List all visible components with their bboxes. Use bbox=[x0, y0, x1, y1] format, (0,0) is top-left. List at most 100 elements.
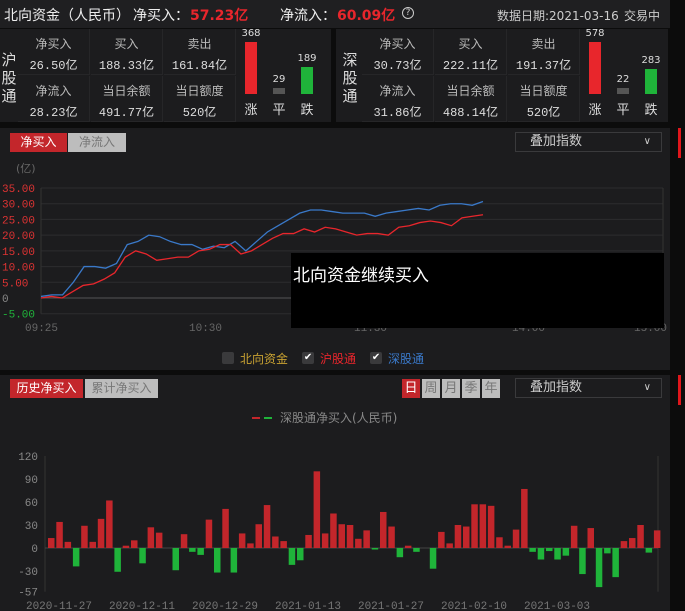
stat-value: 31.86亿 bbox=[373, 106, 422, 120]
legend-item[interactable]: ✔ 沪股通 bbox=[302, 350, 356, 366]
legend-label: 深股通 bbox=[388, 351, 425, 366]
bar bbox=[429, 548, 437, 569]
x-tick-label: 09:25 bbox=[25, 323, 58, 335]
y-tick-label: 35.00 bbox=[2, 184, 35, 196]
bar bbox=[114, 548, 121, 572]
bar bbox=[238, 533, 246, 548]
bar bbox=[321, 533, 329, 548]
y-tick-label: 60 bbox=[25, 498, 38, 510]
bar bbox=[230, 548, 238, 573]
stat-net-flow: 净流入 31.86亿 bbox=[362, 76, 434, 122]
stat-buy: 买入 222.11亿 bbox=[435, 29, 507, 75]
stat-label: 净买入 bbox=[379, 37, 416, 51]
bar bbox=[404, 545, 412, 548]
breadth-count-up: 368 bbox=[241, 28, 261, 39]
legend-item[interactable]: 北向资金 bbox=[222, 350, 288, 366]
bar bbox=[147, 527, 155, 548]
bar bbox=[355, 538, 362, 548]
sh-panel: 沪股通 净买入 26.50亿 买入 188.33亿 卖出 161.84亿 净流入 28.23亿当… bbox=[0, 28, 331, 122]
bar bbox=[570, 525, 578, 548]
scrollbar-thumb[interactable] bbox=[678, 128, 681, 158]
bar bbox=[288, 548, 296, 565]
bar bbox=[454, 525, 462, 548]
bar bbox=[72, 548, 80, 567]
stat-value: 161.84亿 bbox=[171, 59, 228, 73]
stat-buy: 买入 188.33亿 bbox=[91, 29, 163, 75]
stat-balance: 当日余额 491.77亿 bbox=[91, 76, 163, 122]
bar bbox=[263, 505, 271, 548]
bar bbox=[471, 504, 478, 548]
bar bbox=[297, 548, 304, 561]
bar bbox=[338, 524, 345, 548]
net-buy-value: 57.23亿 bbox=[190, 8, 249, 24]
checkbox-icon[interactable] bbox=[222, 352, 234, 364]
x-tick-label: 2021-01-27 bbox=[358, 601, 424, 611]
x-tick-label: 2020-12-29 bbox=[192, 601, 258, 611]
bar bbox=[637, 525, 644, 548]
bar bbox=[562, 548, 570, 556]
bar bbox=[280, 541, 287, 548]
stat-net-buy: 净买入 30.73亿 bbox=[362, 29, 434, 75]
breadth-label-down: 跌 bbox=[300, 103, 314, 118]
y-tick-label: 90 bbox=[25, 475, 38, 487]
y-tick-label: 25.00 bbox=[2, 215, 35, 227]
bar bbox=[305, 534, 312, 548]
stat-quota: 当日额度 520亿 bbox=[508, 76, 580, 122]
bar bbox=[64, 541, 72, 548]
legend-item[interactable]: ✔ 深股通 bbox=[370, 350, 424, 366]
breadth-count-flat: 22 bbox=[616, 74, 630, 85]
scrollbar-thumb[interactable] bbox=[678, 375, 681, 405]
bar bbox=[413, 548, 420, 552]
y-tick-label: 10.00 bbox=[2, 263, 35, 275]
x-tick-label: 2021-01-13 bbox=[275, 601, 341, 611]
stat-label: 净买入 bbox=[35, 37, 72, 51]
bar bbox=[579, 548, 586, 575]
y-tick-label: -57 bbox=[18, 588, 38, 600]
breadth-label-up: 涨 bbox=[244, 103, 258, 118]
breadth-count-flat: 29 bbox=[272, 74, 286, 85]
bar bbox=[645, 548, 653, 553]
bar bbox=[81, 525, 88, 548]
bar bbox=[189, 548, 196, 552]
bar bbox=[122, 545, 130, 548]
net-flow-label: 净流入： bbox=[280, 8, 336, 24]
y-tick-label: 15.00 bbox=[2, 247, 35, 259]
help-icon[interactable]: ? bbox=[402, 7, 414, 19]
history-chart-panel: 历史净买入 累计净买入 日周月季年 叠加指数 ∨ 深股通净买入(人民币) 120 9… bbox=[0, 375, 670, 611]
y-tick-label: -30 bbox=[18, 567, 38, 579]
stat-label: 买入 bbox=[458, 37, 483, 51]
bar bbox=[388, 526, 395, 548]
bar bbox=[396, 548, 404, 558]
bar bbox=[446, 543, 453, 548]
breadth-bar-down bbox=[645, 69, 657, 94]
bar bbox=[313, 471, 321, 548]
stat-label: 当日额度 bbox=[519, 84, 568, 98]
history-bar-chart: 120 90 60 30 0 -30 -572020-11-27 2020-12-11 2020… bbox=[18, 452, 661, 611]
bar bbox=[380, 511, 387, 548]
bar bbox=[629, 538, 636, 548]
breadth-count-down: 189 bbox=[297, 53, 317, 64]
market-name: 深股通 bbox=[342, 51, 358, 105]
stat-value: 30.73亿 bbox=[373, 59, 422, 73]
bar bbox=[371, 548, 379, 550]
net-flow-value: 60.09亿 bbox=[337, 8, 396, 24]
bar bbox=[247, 543, 254, 548]
stat-value: 488.14亿 bbox=[442, 106, 499, 120]
stat-value: 491.77亿 bbox=[98, 106, 155, 120]
bar bbox=[612, 548, 619, 578]
breadth-bar-up bbox=[589, 42, 601, 94]
bar bbox=[546, 548, 553, 552]
sz-panel: 深股通 净买入 30.73亿 买入 222.11亿 卖出 191.37亿 净流入 31.86亿当… bbox=[336, 28, 668, 122]
bar bbox=[537, 548, 545, 560]
bar bbox=[496, 537, 503, 548]
bar bbox=[214, 548, 221, 573]
bar bbox=[363, 530, 370, 548]
bar bbox=[620, 541, 628, 548]
breadth-count-down: 283 bbox=[641, 55, 661, 66]
checkbox-checked-icon[interactable]: ✔ bbox=[302, 352, 315, 364]
legend-label: 沪股通 bbox=[320, 351, 357, 366]
stat-label: 净流入 bbox=[35, 84, 72, 98]
checkbox-checked-icon[interactable]: ✔ bbox=[370, 352, 383, 364]
bar bbox=[653, 530, 661, 548]
y-tick-label: 5.00 bbox=[2, 278, 28, 290]
